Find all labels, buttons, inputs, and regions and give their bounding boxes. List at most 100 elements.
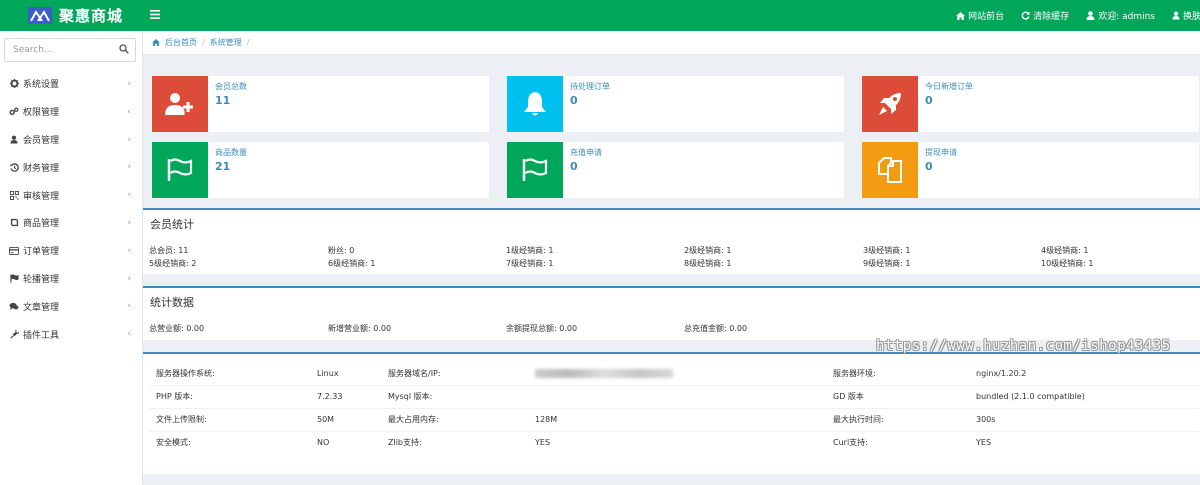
sidebar-item-plugins[interactable]: 插件工具 ‹ (0, 320, 143, 348)
table-cell: 文件上传限制: (149, 407, 310, 431)
stat-item: 9级经销商: 1 (863, 259, 911, 268)
stat-item: 粉丝: 0 (328, 246, 355, 255)
stat-item: 总营业额: 0.00 (149, 324, 205, 333)
chevron-left-icon: ‹ (127, 301, 131, 312)
welcome-user-menu[interactable]: 欢迎: admins (1086, 9, 1155, 22)
sidebar-menu: 系统设置 ‹ 权限管理 ‹ 会员管理 ‹ 财务管理 ‹ 审核管理 ‹ 商品管理 … (0, 70, 143, 348)
stat-item: 8级经销商: 1 (684, 259, 732, 268)
stat-item: 4级经销商: 1 (1041, 246, 1089, 255)
info-box-label: 充值申请 (570, 148, 602, 157)
sidebar-item-members[interactable]: 会员管理 ‹ (0, 126, 143, 154)
watermark: https://www.huzhan.com/ishop43435 (876, 338, 1171, 354)
search-icon[interactable] (119, 44, 129, 57)
info-box-label: 商品数量 (215, 148, 247, 157)
table-row: 文件上传限制: 50M 最大占用内存: 128M 最大执行时间: 300s (149, 407, 1199, 431)
sidebar: 系统设置 ‹ 权限管理 ‹ 会员管理 ‹ 财务管理 ‹ 审核管理 ‹ 商品管理 … (0, 31, 143, 485)
copy-icon (862, 142, 918, 198)
plug-icon (9, 329, 19, 339)
sidebar-item-orders[interactable]: 订单管理 ‹ (0, 237, 143, 265)
book-icon (9, 218, 19, 227)
table-cell: Mysql 版本: (381, 384, 528, 408)
table-cell: YES (969, 430, 1199, 454)
info-box-products[interactable]: 商品数量 21 (152, 142, 489, 198)
blurred-domain (535, 368, 673, 378)
welcome-label: 欢迎: admins (1098, 12, 1155, 22)
table-cell: 最大执行时间: (826, 407, 969, 431)
sidebar-item-carousel[interactable]: 轮播管理 ‹ (0, 265, 143, 293)
sidebar-item-articles[interactable]: 文章管理 ‹ (0, 292, 143, 320)
gears-icon (9, 107, 19, 116)
info-box-label: 待处理订单 (570, 82, 610, 91)
table-cell: 安全模式: (149, 430, 310, 454)
change-skin-label: 换肤 (1182, 12, 1200, 22)
info-box-recharge-requests[interactable]: 充值申请 0 (507, 142, 844, 198)
table-row: PHP 版本: 7.2.33 Mysql 版本: GD 版本 bundled (… (149, 384, 1199, 408)
chevron-left-icon: ‹ (127, 162, 131, 173)
sidebar-item-review[interactable]: 审核管理 ‹ (0, 181, 143, 209)
flag-icon (152, 142, 208, 198)
stat-item: 新增营业额: 0.00 (328, 324, 392, 333)
info-box-withdraw-requests[interactable]: 提现申请 0 (862, 142, 1199, 198)
table-cell: 7.2.33 (310, 384, 381, 408)
sidebar-toggle-button[interactable] (150, 9, 160, 21)
breadcrumb-home-link[interactable]: 后台首页 (165, 37, 197, 48)
info-box-value: 0 (570, 160, 578, 173)
sidebar-item-label: 商品管理 (23, 219, 60, 230)
server-info-table: 服务器操作系统: Linux 服务器域名/IP: 服务器环境: nginx/1.… (149, 362, 1199, 454)
logo-icon (28, 7, 52, 24)
brand-name: 聚惠商城 (59, 7, 124, 25)
info-box-value: 0 (570, 94, 578, 107)
table-cell: 128M (528, 407, 826, 431)
info-box-today-orders[interactable]: 今日新增订单 0 (862, 76, 1199, 132)
breadcrumb-current[interactable]: 系统管理 (210, 37, 242, 48)
search-input[interactable] (5, 39, 105, 61)
info-box-label: 会员总数 (215, 82, 247, 91)
panel-title: 统计数据 (150, 296, 194, 309)
credit-card-icon (9, 246, 19, 255)
table-cell: Linux (317, 368, 339, 378)
table-cell: GD 版本 (826, 384, 969, 408)
sidebar-item-finance[interactable]: 财务管理 ‹ (0, 153, 143, 181)
table-row: 服务器操作系统: Linux 服务器域名/IP: 服务器环境: nginx/1.… (149, 362, 1199, 385)
chevron-left-icon: ‹ (127, 106, 131, 117)
user-icon (1172, 11, 1180, 20)
home-icon (956, 11, 966, 20)
table-cell: NO (310, 430, 381, 454)
table-cell: 服务器操作系统: (156, 368, 215, 378)
rocket-icon (862, 76, 918, 132)
table-cell: nginx/1.20.2 (976, 368, 1027, 378)
table-cell: 服务器环境: (833, 368, 876, 378)
website-frontend-label: 网站前台 (968, 12, 1005, 22)
table-cell: PHP 版本: (149, 384, 310, 408)
info-box-label: 今日新增订单 (925, 82, 973, 91)
info-box-pending-orders[interactable]: 待处理订单 0 (507, 76, 844, 132)
website-frontend-link[interactable]: 网站前台 (956, 9, 1004, 22)
stat-item: 1级经销商: 1 (506, 246, 554, 255)
sidebar-item-products[interactable]: 商品管理 ‹ (0, 209, 143, 237)
flag-icon (9, 274, 19, 283)
clear-cache-button[interactable]: 清除缓存 (1021, 9, 1069, 22)
change-skin-button[interactable]: 换肤 (1172, 9, 1200, 22)
comments-icon (9, 302, 19, 311)
sidebar-item-label: 系统设置 (23, 80, 60, 91)
user-plus-icon (152, 76, 208, 132)
chevron-left-icon: ‹ (127, 273, 131, 284)
clear-cache-label: 清除缓存 (1033, 12, 1070, 22)
breadcrumb-separator: / (202, 38, 205, 47)
stat-item: 余额提现总额: 0.00 (506, 324, 578, 333)
sidebar-search (4, 38, 136, 62)
table-cell: Zlib支持: (381, 430, 528, 454)
table-cell: 50M (310, 407, 381, 431)
table-cell: YES (528, 430, 826, 454)
logo[interactable]: 聚惠商城 (0, 0, 143, 31)
sidebar-item-label: 订单管理 (23, 247, 60, 258)
bell-icon (507, 76, 563, 132)
table-cell: Curl支持: (826, 430, 969, 454)
sidebar-item-permissions[interactable]: 权限管理 ‹ (0, 98, 143, 126)
info-box-members[interactable]: 会员总数 11 (152, 76, 489, 132)
sidebar-item-system-settings[interactable]: 系统设置 ‹ (0, 70, 143, 98)
home-icon (152, 39, 160, 46)
panel-title: 会员统计 (150, 218, 194, 231)
member-stats-panel: 会员统计 总会员: 11 粉丝: 0 1级经销商: 1 2级经销商: 1 3级经… (143, 208, 1200, 274)
info-box-value: 21 (215, 160, 231, 173)
